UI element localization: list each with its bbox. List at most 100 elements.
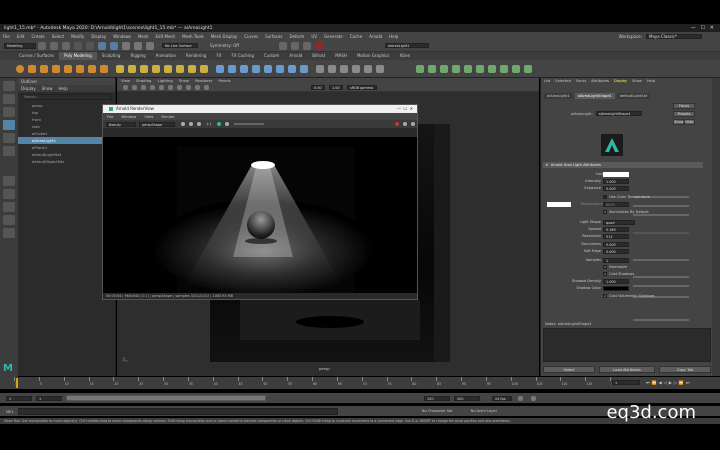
ae-soft-edge-field[interactable]: 0.000 bbox=[603, 249, 629, 254]
rotate-tool-icon[interactable] bbox=[3, 133, 15, 143]
snap-grid-icon[interactable] bbox=[122, 41, 130, 50]
ae-cast-shadows-checkbox[interactable]: ✓ bbox=[603, 272, 607, 276]
render-settings-icon[interactable] bbox=[302, 41, 311, 50]
grid-icon[interactable] bbox=[150, 85, 155, 90]
vp-menu-view[interactable]: View bbox=[121, 78, 130, 84]
rv-refresh-icon[interactable] bbox=[403, 122, 407, 126]
open-scene-icon[interactable] bbox=[50, 41, 58, 50]
shelf-tab[interactable]: Arnold bbox=[284, 52, 307, 60]
automatic-map-icon[interactable] bbox=[340, 64, 348, 73]
menu-arnold[interactable]: Arnold bbox=[369, 34, 382, 39]
image-plane-icon[interactable] bbox=[141, 85, 146, 90]
ae-shadow-density-slider[interactable] bbox=[633, 319, 689, 321]
scale-tool-icon[interactable] bbox=[3, 146, 15, 156]
rv-crop-icon[interactable] bbox=[189, 122, 193, 126]
paint-select-icon[interactable] bbox=[3, 107, 15, 117]
ae-soft-edge-slider[interactable] bbox=[633, 285, 689, 287]
platonic-icon[interactable] bbox=[100, 64, 108, 73]
play-back-icon[interactable]: ◁ bbox=[664, 380, 667, 385]
menu-uv[interactable]: UV bbox=[311, 34, 317, 39]
menu-mesh-tools[interactable]: Mesh Tools bbox=[182, 34, 204, 39]
vp-exposure-field[interactable]: 0.00 bbox=[311, 85, 325, 90]
menu-display[interactable]: Display bbox=[91, 34, 106, 39]
ae-light-shape-select[interactable]: quad bbox=[603, 220, 635, 225]
snap-point-icon[interactable] bbox=[146, 41, 154, 50]
vp-colorspace-select[interactable]: sRGB gamma bbox=[347, 85, 377, 90]
outliner-item-front[interactable]: front bbox=[18, 116, 115, 123]
undo-icon[interactable] bbox=[74, 41, 82, 50]
menu-help[interactable]: Help bbox=[389, 34, 398, 39]
mel-label[interactable]: MEL bbox=[6, 409, 14, 414]
spherical-map-icon[interactable] bbox=[364, 64, 372, 73]
arnold-skydome-icon[interactable] bbox=[428, 64, 436, 73]
new-scene-icon[interactable] bbox=[38, 41, 46, 50]
wireframe-icon[interactable] bbox=[159, 85, 164, 90]
fps-select[interactable]: 24 fps bbox=[492, 395, 512, 401]
outliner-item-persp[interactable]: persp bbox=[18, 102, 115, 109]
menu-file[interactable]: File bbox=[3, 34, 10, 39]
select-object-icon[interactable] bbox=[110, 41, 118, 50]
ae-intensity-slider[interactable] bbox=[633, 205, 689, 207]
shelf-tab[interactable]: Animation bbox=[151, 52, 181, 60]
ae-normalize-checkbox[interactable]: ✓ bbox=[603, 265, 607, 269]
poly-cube-icon[interactable] bbox=[28, 64, 36, 73]
go-to-start-icon[interactable]: ⏮ bbox=[646, 380, 650, 385]
multi-cut-icon[interactable] bbox=[288, 64, 296, 73]
step-back-icon[interactable]: ◀ bbox=[659, 380, 662, 385]
mel-input[interactable] bbox=[17, 407, 338, 415]
play-forward-icon[interactable]: ▶ bbox=[669, 380, 672, 385]
symmetry-label[interactable]: Symmetry: Off bbox=[210, 43, 239, 48]
menu-curves[interactable]: Curves bbox=[244, 34, 258, 39]
vp-menu-panels[interactable]: Panels bbox=[218, 78, 230, 84]
ae-tab-transform[interactable]: aiAreaLight1 bbox=[544, 93, 573, 99]
menu-cache[interactable]: Cache bbox=[350, 34, 362, 39]
vp-menu-show[interactable]: Show bbox=[179, 78, 189, 84]
rv-aov-select[interactable]: Beauty bbox=[106, 121, 136, 127]
ae-use-color-temp-checkbox[interactable] bbox=[603, 195, 607, 199]
menu-deform[interactable]: Deform bbox=[289, 34, 304, 39]
arnold-photometric-icon[interactable] bbox=[452, 64, 460, 73]
poly-disc-icon[interactable] bbox=[88, 64, 96, 73]
menu-surfaces[interactable]: Surfaces bbox=[265, 34, 282, 39]
outliner-item-top[interactable]: top bbox=[18, 109, 115, 116]
menu-mesh-display[interactable]: Mesh Display bbox=[211, 34, 238, 39]
rv-menu-window[interactable]: Window bbox=[121, 113, 136, 120]
right-side-tabs[interactable] bbox=[712, 78, 720, 376]
quick-select-field[interactable]: aiAreaLight1 bbox=[384, 43, 429, 48]
poly-torus-icon[interactable] bbox=[64, 64, 72, 73]
ae-roundness-field[interactable]: 0.000 bbox=[603, 242, 629, 247]
select-hierarchy-icon[interactable] bbox=[98, 41, 106, 50]
mirror-icon[interactable] bbox=[200, 64, 208, 73]
ae-samples-field[interactable]: 1 bbox=[603, 258, 629, 263]
range-bar[interactable] bbox=[66, 395, 266, 401]
step-back-key-icon[interactable]: ⏪ bbox=[652, 380, 657, 385]
arnold-mesh-light-icon[interactable] bbox=[440, 64, 448, 73]
poly-cone-icon[interactable] bbox=[52, 64, 60, 73]
ae-spread-field[interactable]: 0.169 bbox=[603, 227, 629, 232]
outliner-item-defaultlightset[interactable]: defaultLightSet bbox=[18, 151, 115, 158]
menu-windows[interactable]: Windows bbox=[113, 34, 131, 39]
rv-menu-view[interactable]: View bbox=[144, 113, 153, 120]
four-view-layout-icon[interactable] bbox=[3, 189, 15, 199]
ae-menu-attributes[interactable]: Attributes bbox=[591, 79, 609, 83]
vp-menu-lighting[interactable]: Lighting bbox=[157, 78, 172, 84]
ae-menu-display[interactable]: Display bbox=[614, 79, 627, 83]
persp-outliner-layout-icon[interactable] bbox=[3, 202, 15, 212]
shelf-tab[interactable]: FX Caching bbox=[227, 52, 259, 60]
arnold-curve-collector-icon[interactable] bbox=[500, 64, 508, 73]
rv-abort-icon[interactable] bbox=[216, 122, 221, 126]
outliner-layout-icon[interactable] bbox=[3, 228, 15, 238]
shelf-tab[interactable]: Sculpting bbox=[97, 52, 126, 60]
go-to-end-icon[interactable]: ⏭ bbox=[686, 380, 690, 385]
range-end-field[interactable]: 120 bbox=[424, 395, 450, 401]
bookmark-icon[interactable] bbox=[132, 85, 137, 90]
shelf-tab[interactable]: Bifrost bbox=[307, 52, 330, 60]
arnold-render-icon[interactable] bbox=[314, 41, 323, 50]
rv-menu-render[interactable]: Render bbox=[161, 113, 175, 120]
target-weld-icon[interactable] bbox=[276, 64, 284, 73]
menu-create[interactable]: Create bbox=[31, 34, 44, 39]
smooth-icon[interactable] bbox=[176, 64, 184, 73]
current-frame-field[interactable]: 1 bbox=[612, 380, 640, 385]
uv-editor-icon[interactable] bbox=[316, 64, 324, 73]
ae-hide-button[interactable]: Hide bbox=[684, 119, 695, 125]
